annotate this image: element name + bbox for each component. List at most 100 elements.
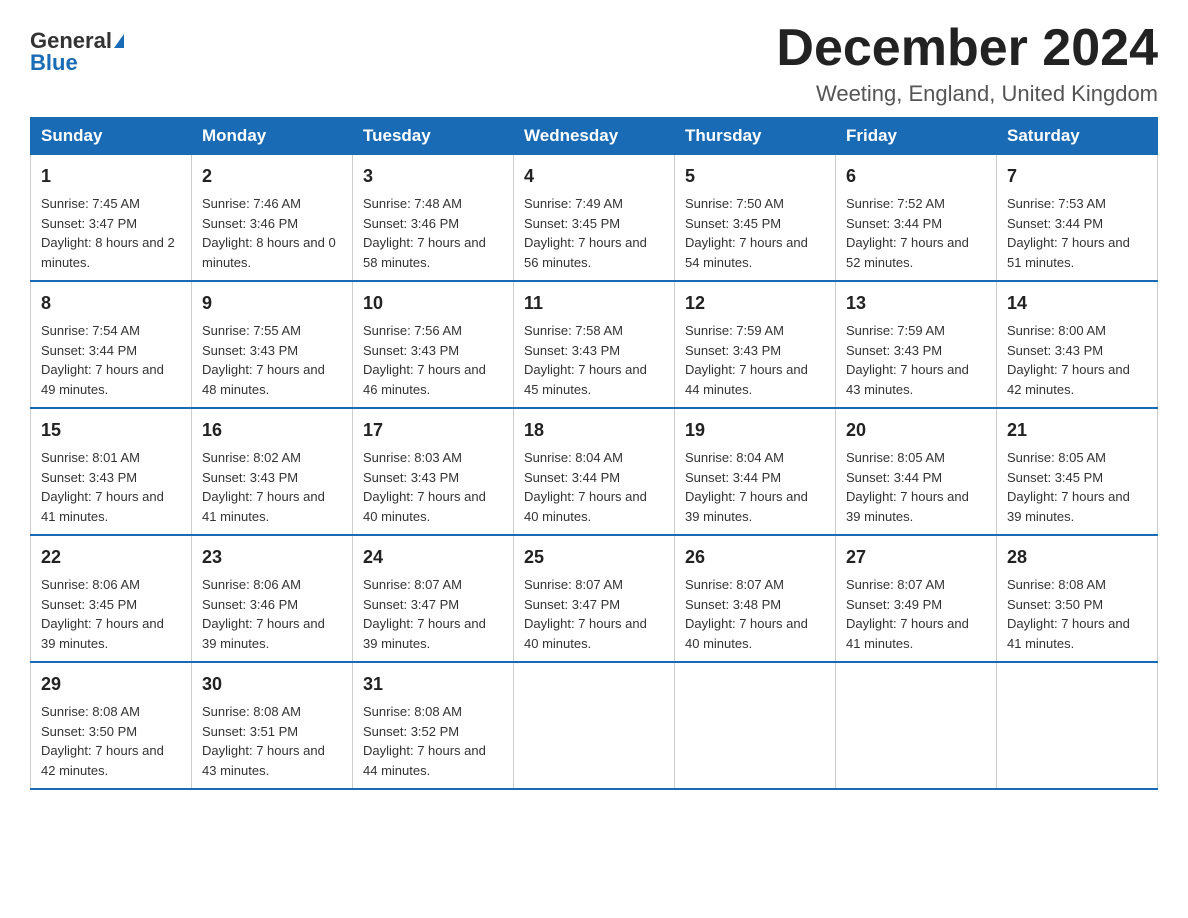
day-number: 18 — [524, 417, 664, 444]
day-info: Sunrise: 8:07 AMSunset: 3:47 PMDaylight:… — [363, 577, 486, 651]
day-info: Sunrise: 7:53 AMSunset: 3:44 PMDaylight:… — [1007, 196, 1130, 270]
day-number: 4 — [524, 163, 664, 190]
day-number: 22 — [41, 544, 181, 571]
day-cell: 21 Sunrise: 8:05 AMSunset: 3:45 PMDayligh… — [997, 408, 1158, 535]
week-row-2: 8Sunrise: 7:54 AMSunset: 3:44 PMDaylight… — [31, 281, 1158, 408]
day-info: Sunrise: 8:04 AMSunset: 3:44 PMDaylight:… — [524, 450, 647, 524]
day-cell: 16 Sunrise: 8:02 AMSunset: 3:43 PMDayligh… — [192, 408, 353, 535]
day-info: Sunrise: 8:06 AMSunset: 3:45 PMDaylight:… — [41, 577, 164, 651]
header-cell-tuesday: Tuesday — [353, 118, 514, 155]
day-cell: 23Sunrise: 8:06 AMSunset: 3:46 PMDayligh… — [192, 535, 353, 662]
day-info: Sunrise: 8:02 AMSunset: 3:43 PMDaylight:… — [202, 450, 325, 524]
day-info: Sunrise: 8:08 AMSunset: 3:50 PMDaylight:… — [1007, 577, 1130, 651]
day-cell: 3 Sunrise: 7:48 AMSunset: 3:46 PMDaylight… — [353, 155, 514, 282]
week-row-3: 15Sunrise: 8:01 AMSunset: 3:43 PMDayligh… — [31, 408, 1158, 535]
day-cell: 13 Sunrise: 7:59 AMSunset: 3:43 PMDayligh… — [836, 281, 997, 408]
day-number: 5 — [685, 163, 825, 190]
header-cell-sunday: Sunday — [31, 118, 192, 155]
day-number: 2 — [202, 163, 342, 190]
day-cell: 30 Sunrise: 8:08 AMSunset: 3:51 PMDayligh… — [192, 662, 353, 789]
day-number: 9 — [202, 290, 342, 317]
day-cell: 7 Sunrise: 7:53 AMSunset: 3:44 PMDaylight… — [997, 155, 1158, 282]
day-number: 13 — [846, 290, 986, 317]
day-number: 17 — [363, 417, 503, 444]
day-number: 3 — [363, 163, 503, 190]
day-cell: 28 Sunrise: 8:08 AMSunset: 3:50 PMDayligh… — [997, 535, 1158, 662]
day-number: 12 — [685, 290, 825, 317]
day-cell: 9 Sunrise: 7:55 AMSunset: 3:43 PMDaylight… — [192, 281, 353, 408]
day-cell: 27 Sunrise: 8:07 AMSunset: 3:49 PMDayligh… — [836, 535, 997, 662]
day-info: Sunrise: 8:08 AMSunset: 3:51 PMDaylight:… — [202, 704, 325, 778]
day-number: 1 — [41, 163, 181, 190]
day-info: Sunrise: 7:59 AMSunset: 3:43 PMDaylight:… — [846, 323, 969, 397]
day-cell: 5 Sunrise: 7:50 AMSunset: 3:45 PMDaylight… — [675, 155, 836, 282]
day-number: 14 — [1007, 290, 1147, 317]
day-info: Sunrise: 8:00 AMSunset: 3:43 PMDaylight:… — [1007, 323, 1130, 397]
day-info: Sunrise: 7:45 AMSunset: 3:47 PMDaylight:… — [41, 196, 175, 270]
page-header: General Blue December 2024 Weeting, Engl… — [30, 20, 1158, 107]
day-number: 23 — [202, 544, 342, 571]
day-info: Sunrise: 7:55 AMSunset: 3:43 PMDaylight:… — [202, 323, 325, 397]
calendar-table: SundayMondayTuesdayWednesdayThursdayFrid… — [30, 117, 1158, 790]
day-cell: 12Sunrise: 7:59 AMSunset: 3:43 PMDayligh… — [675, 281, 836, 408]
day-cell: 20 Sunrise: 8:05 AMSunset: 3:44 PMDayligh… — [836, 408, 997, 535]
logo: General Blue — [30, 30, 124, 74]
day-cell: 24Sunrise: 8:07 AMSunset: 3:47 PMDayligh… — [353, 535, 514, 662]
day-info: Sunrise: 8:03 AMSunset: 3:43 PMDaylight:… — [363, 450, 486, 524]
calendar-header: SundayMondayTuesdayWednesdayThursdayFrid… — [31, 118, 1158, 155]
day-info: Sunrise: 7:52 AMSunset: 3:44 PMDaylight:… — [846, 196, 969, 270]
day-number: 6 — [846, 163, 986, 190]
day-cell: 17 Sunrise: 8:03 AMSunset: 3:43 PMDayligh… — [353, 408, 514, 535]
day-number: 26 — [685, 544, 825, 571]
day-cell: 1 Sunrise: 7:45 AMSunset: 3:47 PMDaylight… — [31, 155, 192, 282]
day-number: 7 — [1007, 163, 1147, 190]
day-cell: 14 Sunrise: 8:00 AMSunset: 3:43 PMDayligh… — [997, 281, 1158, 408]
day-info: Sunrise: 7:56 AMSunset: 3:43 PMDaylight:… — [363, 323, 486, 397]
day-info: Sunrise: 7:49 AMSunset: 3:45 PMDaylight:… — [524, 196, 647, 270]
week-row-4: 22 Sunrise: 8:06 AMSunset: 3:45 PMDayligh… — [31, 535, 1158, 662]
day-info: Sunrise: 7:50 AMSunset: 3:45 PMDaylight:… — [685, 196, 808, 270]
day-info: Sunrise: 7:58 AMSunset: 3:43 PMDaylight:… — [524, 323, 647, 397]
day-number: 28 — [1007, 544, 1147, 571]
day-number: 27 — [846, 544, 986, 571]
logo-triangle-icon — [114, 34, 124, 48]
day-cell — [836, 662, 997, 789]
week-row-5: 29 Sunrise: 8:08 AMSunset: 3:50 PMDayligh… — [31, 662, 1158, 789]
calendar-body: 1 Sunrise: 7:45 AMSunset: 3:47 PMDaylight… — [31, 155, 1158, 790]
month-title: December 2024 — [776, 20, 1158, 77]
day-number: 11 — [524, 290, 664, 317]
day-number: 10 — [363, 290, 503, 317]
header-cell-friday: Friday — [836, 118, 997, 155]
day-info: Sunrise: 8:08 AMSunset: 3:50 PMDaylight:… — [41, 704, 164, 778]
day-number: 21 — [1007, 417, 1147, 444]
week-row-1: 1 Sunrise: 7:45 AMSunset: 3:47 PMDaylight… — [31, 155, 1158, 282]
day-cell: 6 Sunrise: 7:52 AMSunset: 3:44 PMDaylight… — [836, 155, 997, 282]
day-cell: 10 Sunrise: 7:56 AMSunset: 3:43 PMDayligh… — [353, 281, 514, 408]
day-number: 19 — [685, 417, 825, 444]
day-info: Sunrise: 8:07 AMSunset: 3:48 PMDaylight:… — [685, 577, 808, 651]
logo-general-text: General — [30, 30, 112, 52]
day-cell: 8Sunrise: 7:54 AMSunset: 3:44 PMDaylight… — [31, 281, 192, 408]
location-text: Weeting, England, United Kingdom — [776, 81, 1158, 107]
day-number: 29 — [41, 671, 181, 698]
day-info: Sunrise: 8:08 AMSunset: 3:52 PMDaylight:… — [363, 704, 486, 778]
day-number: 20 — [846, 417, 986, 444]
day-cell: 26 Sunrise: 8:07 AMSunset: 3:48 PMDayligh… — [675, 535, 836, 662]
day-info: Sunrise: 8:01 AMSunset: 3:43 PMDaylight:… — [41, 450, 164, 524]
day-info: Sunrise: 8:07 AMSunset: 3:47 PMDaylight:… — [524, 577, 647, 651]
header-cell-saturday: Saturday — [997, 118, 1158, 155]
day-cell: 2Sunrise: 7:46 AMSunset: 3:46 PMDaylight… — [192, 155, 353, 282]
day-cell: 19Sunrise: 8:04 AMSunset: 3:44 PMDayligh… — [675, 408, 836, 535]
day-info: Sunrise: 7:48 AMSunset: 3:46 PMDaylight:… — [363, 196, 486, 270]
day-number: 30 — [202, 671, 342, 698]
day-number: 16 — [202, 417, 342, 444]
title-block: December 2024 Weeting, England, United K… — [776, 20, 1158, 107]
day-cell — [514, 662, 675, 789]
logo-blue-text: Blue — [30, 52, 78, 74]
day-info: Sunrise: 8:05 AMSunset: 3:45 PMDaylight:… — [1007, 450, 1130, 524]
day-info: Sunrise: 8:07 AMSunset: 3:49 PMDaylight:… — [846, 577, 969, 651]
day-cell — [675, 662, 836, 789]
day-info: Sunrise: 8:05 AMSunset: 3:44 PMDaylight:… — [846, 450, 969, 524]
day-cell: 15Sunrise: 8:01 AMSunset: 3:43 PMDayligh… — [31, 408, 192, 535]
day-cell — [997, 662, 1158, 789]
